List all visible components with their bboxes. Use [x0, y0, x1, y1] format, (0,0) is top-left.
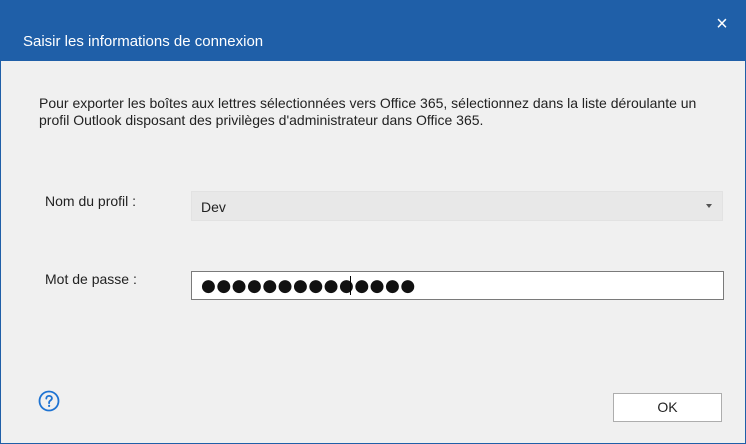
- question-circle-icon[interactable]: [38, 390, 60, 412]
- profile-name-dropdown[interactable]: Dev: [191, 191, 723, 221]
- password-label: Mot de passe :: [45, 271, 137, 287]
- login-dialog: Saisir les informations de connexion × P…: [0, 0, 746, 444]
- password-field[interactable]: ●●●●●●●●●●●●●●: [191, 271, 724, 300]
- profile-name-value: Dev: [201, 199, 226, 215]
- chevron-down-icon: [706, 204, 712, 208]
- profile-name-label: Nom du profil :: [45, 193, 137, 209]
- dialog-title: Saisir les informations de connexion: [23, 33, 264, 50]
- close-button[interactable]: ×: [699, 1, 745, 47]
- ok-button[interactable]: OK: [613, 393, 722, 422]
- password-masked-value: ●●●●●●●●●●●●●●: [201, 276, 416, 296]
- close-icon: ×: [716, 13, 728, 35]
- dialog-description: Pour exporter les boîtes aux lettres sél…: [39, 95, 697, 128]
- help-icon-graphic: [38, 390, 60, 412]
- dialog-titlebar: Saisir les informations de connexion ×: [1, 1, 745, 61]
- text-caret: [350, 276, 351, 295]
